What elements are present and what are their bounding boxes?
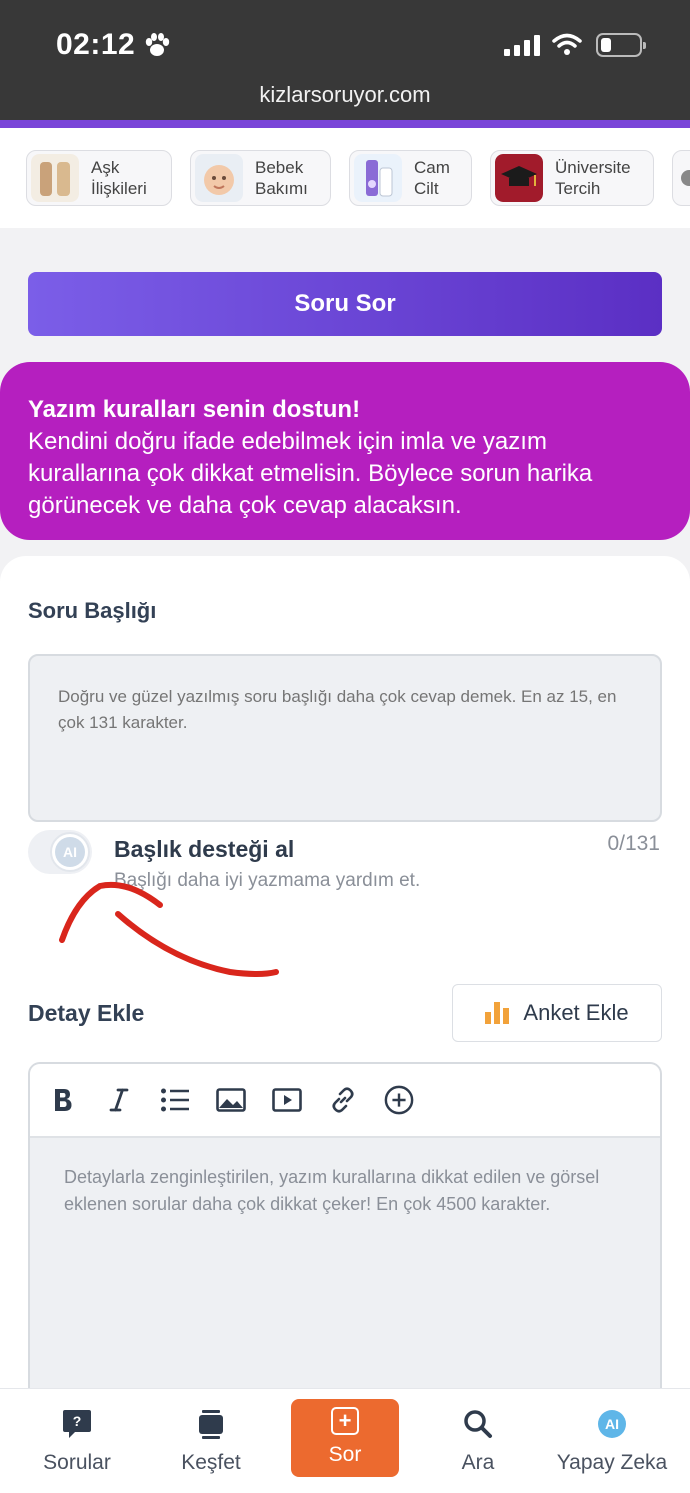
wifi-icon — [552, 33, 582, 55]
banner-title: Yazım kuralları senin dostun! — [28, 396, 361, 423]
bottom-navigation: ? Sorular Keşfet + Sor Ara AI Yapay Zeka — [0, 1388, 690, 1493]
category-chips: Aşk İlişkileri Bebek Bakımı Cam Cilt Üni… — [0, 128, 690, 228]
ai-title-toggle[interactable]: AI — [28, 830, 92, 874]
video-icon[interactable] — [272, 1085, 302, 1115]
signal-icon — [504, 34, 540, 56]
svg-text:?: ? — [73, 1413, 82, 1429]
category-label: Cam Cilt — [414, 158, 450, 198]
header-accent-line — [0, 120, 690, 128]
clock: 02:12 — [56, 28, 136, 61]
detail-editor: Detaylarla zenginleştirilen, yazım kural… — [28, 1062, 662, 1422]
nav-sor[interactable]: + Sor — [291, 1399, 399, 1477]
paw-icon — [145, 33, 170, 56]
detail-label: Detay Ekle — [28, 1000, 145, 1026]
title-character-counter: 0/131 — [607, 832, 660, 855]
bold-icon[interactable] — [48, 1085, 78, 1115]
ask-question-button[interactable]: Soru Sor — [28, 272, 662, 336]
ai-icon: AI — [595, 1407, 629, 1441]
add-poll-button[interactable]: Anket Ekle — [452, 984, 662, 1042]
add-poll-label: Anket Ekle — [523, 1000, 629, 1025]
category-label: Bebek Bakımı — [255, 158, 308, 198]
question-title-label: Soru Başlığı — [28, 598, 157, 623]
status-bar: 02:12 kizlarsoruyor.com — [0, 0, 690, 120]
ai-help-title: Başlık desteği al — [114, 836, 295, 862]
ask-iliskileri-thumb — [31, 154, 79, 202]
universite-tercih-thumb — [495, 154, 543, 202]
ai-icon: AI — [55, 837, 85, 867]
toggle-knob: AI — [50, 832, 90, 872]
category-chip-universite-tercih[interactable]: Üniversite Tercih — [490, 150, 654, 206]
italic-icon[interactable] — [104, 1085, 134, 1115]
nav-label: Ara — [461, 1451, 495, 1474]
cam-cilt-thumb — [354, 154, 402, 202]
plus-box-icon: + — [331, 1407, 359, 1435]
link-icon[interactable] — [328, 1085, 358, 1115]
nav-yapay-zeka[interactable]: AI Yapay Zeka — [545, 1389, 679, 1493]
nav-kesfet[interactable]: Keşfet — [144, 1389, 278, 1493]
url-bar[interactable]: kizlarsoruyor.com — [0, 82, 690, 108]
ai-help-subtitle: Başlığı daha iyi yazmama yardım et. — [114, 870, 421, 891]
editor-toolbar — [30, 1064, 660, 1138]
bebek-bakimi-thumb — [195, 154, 243, 202]
image-icon[interactable] — [216, 1085, 246, 1115]
category-chip-cam-cilt[interactable]: Cam Cilt — [349, 150, 472, 206]
partial-chip-icon — [681, 170, 690, 186]
category-label: Aşk İlişkileri — [91, 158, 147, 198]
category-chip-partial[interactable] — [672, 150, 690, 206]
question-title-input[interactable] — [28, 654, 662, 822]
nav-label: Sor — [328, 1443, 362, 1466]
bar-chart-icon — [485, 1002, 510, 1024]
nav-ara[interactable]: Ara — [411, 1389, 545, 1493]
writing-rules-banner: Yazım kuralları senin dostun! Kendini do… — [0, 362, 690, 540]
battery-icon — [596, 33, 646, 57]
plus-circle-icon[interactable] — [384, 1085, 414, 1115]
nav-label: Yapay Zeka — [556, 1451, 668, 1474]
detail-input[interactable]: Detaylarla zenginleştirilen, yazım kural… — [30, 1138, 660, 1244]
search-icon — [461, 1407, 495, 1441]
ai-nav-badge: AI — [598, 1410, 626, 1438]
list-icon[interactable] — [160, 1085, 190, 1115]
category-chip-bebek-bakimi[interactable]: Bebek Bakımı — [190, 150, 331, 206]
category-label: Üniversite Tercih — [555, 158, 631, 198]
nav-label: Keşfet — [181, 1451, 241, 1474]
banner-body: Kendini doğru ifade edebilmek için imla … — [28, 428, 593, 519]
nav-label: Sorular — [43, 1451, 111, 1474]
nav-sorular[interactable]: ? Sorular — [10, 1389, 144, 1493]
question-bubble-icon: ? — [60, 1407, 94, 1441]
stack-icon — [194, 1407, 228, 1441]
category-chip-ask-iliskileri[interactable]: Aşk İlişkileri — [26, 150, 172, 206]
